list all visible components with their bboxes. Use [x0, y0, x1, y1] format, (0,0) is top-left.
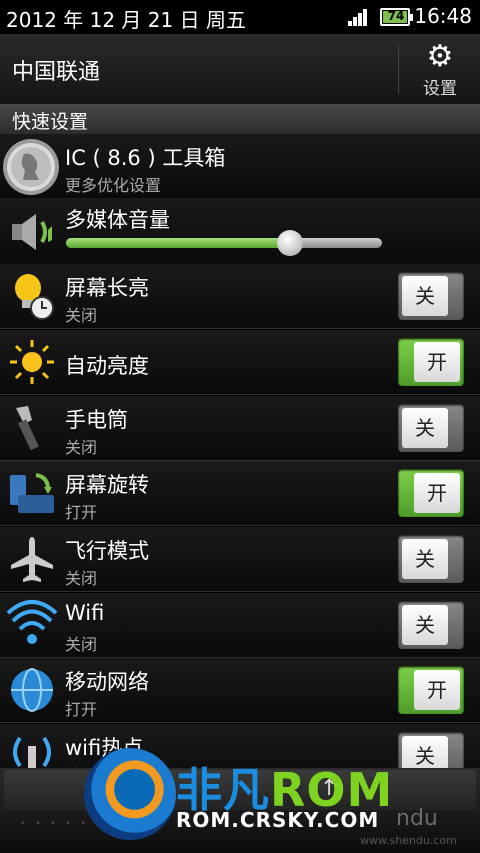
coin-icon	[3, 139, 59, 195]
toggle-switch[interactable]: 开	[398, 338, 464, 386]
toggle-knob: 关	[402, 276, 448, 316]
carrier-name: 中国联通	[12, 60, 101, 85]
header-divider	[398, 44, 399, 94]
toggle-title: 自动亮度	[65, 354, 149, 378]
toggle-title: 屏幕旋转	[65, 473, 149, 497]
rotate-icon	[6, 467, 58, 519]
section-title: 快速设置	[12, 111, 89, 133]
toggle-subtitle: 打开	[65, 503, 98, 522]
battery-icon: 74	[380, 8, 413, 26]
toggle-title: Wifi	[65, 601, 105, 625]
toggle-knob: 关	[402, 408, 448, 448]
status-bar: 2012 年 12 月 21 日 周五 74 16:48	[0, 0, 480, 34]
toggle-subtitle: 关闭	[65, 635, 98, 654]
toggle-subtitle: 打开	[65, 700, 98, 719]
toggle-row[interactable]: 自动亮度 开	[0, 330, 480, 395]
toolbox-row[interactable]: IC ( 8.6 ) 工具箱 更多优化设置	[0, 134, 480, 199]
volume-title: 多媒体音量	[65, 208, 170, 232]
toolbox-title: IC ( 8.6 ) 工具箱	[65, 146, 226, 170]
bulb-clock-icon	[6, 270, 58, 322]
toggle-title: 屏幕长亮	[65, 276, 149, 300]
toggle-subtitle: 关闭	[65, 306, 98, 325]
settings-label: 设置	[423, 79, 457, 99]
toggle-knob: 开	[414, 473, 460, 513]
volume-slider[interactable]	[66, 230, 382, 256]
toggle-switch[interactable]: 关	[398, 601, 464, 649]
status-time: 16:48	[414, 4, 472, 28]
wifi-icon	[6, 599, 58, 651]
toggle-row[interactable]: 手电筒关闭 关	[0, 396, 480, 461]
toggle-switch[interactable]: 关	[398, 272, 464, 320]
toggle-title: 飞行模式	[65, 539, 149, 563]
signal-icon	[348, 8, 370, 26]
toggle-knob: 开	[414, 342, 460, 382]
watermark: 非凡ROM ROM.CRSKY.COM	[84, 748, 404, 848]
toggle-row[interactable]: 移动网络打开 开	[0, 658, 480, 723]
airplane-icon	[6, 533, 58, 585]
toggle-switch[interactable]: 开	[398, 666, 464, 714]
toggle-switch[interactable]: 开	[398, 469, 464, 517]
toggle-subtitle: 关闭	[65, 438, 98, 457]
toggle-knob: 关	[402, 539, 448, 579]
toggle-row[interactable]: 屏幕旋转打开 开	[0, 461, 480, 526]
gear-icon: ⚙	[426, 39, 454, 74]
toggle-row[interactable]: 飞行模式关闭 关	[0, 527, 480, 592]
globe-icon	[6, 664, 58, 716]
toolbox-subtitle: 更多优化设置	[65, 176, 162, 195]
toggle-knob: 关	[402, 605, 448, 645]
media-volume-row: 多媒体音量	[0, 198, 480, 265]
toggle-knob: 开	[414, 670, 460, 710]
quick-settings-header: 快速设置	[0, 104, 480, 134]
toggle-title: 手电筒	[65, 408, 128, 432]
toggle-row[interactable]: Wifi 关闭 关	[0, 593, 480, 658]
flashlight-icon	[6, 402, 58, 454]
volume-slider-fill	[66, 238, 291, 248]
toggle-switch[interactable]: 关	[398, 535, 464, 583]
notification-header: 中国联通 ⚙ 设置	[0, 34, 480, 105]
toggle-row[interactable]: 屏幕长亮关闭 关	[0, 264, 480, 329]
toggle-title: 移动网络	[65, 670, 149, 694]
toggle-subtitle: 关闭	[65, 569, 98, 588]
watermark-url: ROM.CRSKY.COM	[176, 808, 380, 832]
watermark-logo-icon	[84, 748, 176, 840]
sun-icon	[6, 336, 58, 388]
speaker-icon	[6, 206, 58, 258]
toggle-switch[interactable]: 关	[398, 404, 464, 452]
status-date: 2012 年 12 月 21 日 周五	[6, 8, 246, 32]
settings-button[interactable]: ⚙ 设置	[404, 40, 476, 100]
battery-level: 74	[387, 9, 405, 23]
